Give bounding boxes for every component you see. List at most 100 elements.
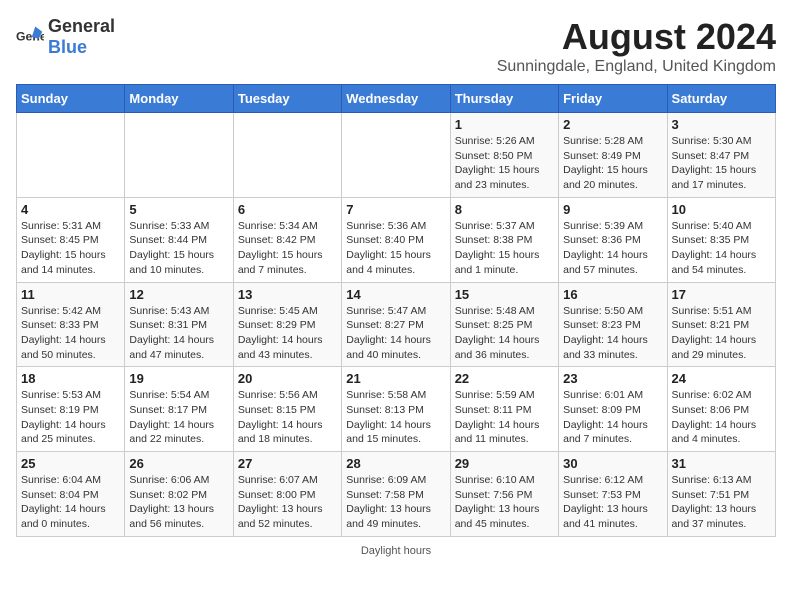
calendar-header-saturday: Saturday [667,85,775,113]
day-number: 10 [672,202,771,217]
day-number: 24 [672,371,771,386]
calendar-cell: 21Sunrise: 5:58 AM Sunset: 8:13 PM Dayli… [342,367,450,452]
day-number: 5 [129,202,228,217]
calendar-week-4: 18Sunrise: 5:53 AM Sunset: 8:19 PM Dayli… [17,367,776,452]
footer-note-text: Daylight hours [361,545,431,557]
main-title: August 2024 [497,16,776,58]
day-info: Sunrise: 5:50 AM Sunset: 8:23 PM Dayligh… [563,304,662,363]
calendar-cell: 11 Sunrise: 5:42 AM Sunset: 8:33 PM Dayli… [17,282,125,367]
calendar-cell [125,113,233,198]
logo-text: General Blue [48,16,115,58]
day-info: Sunrise: 6:04 AM Sunset: 8:04 PM Dayligh… [21,473,120,532]
calendar-header-sunday: Sunday [17,85,125,113]
calendar-cell: 22Sunrise: 5:59 AM Sunset: 8:11 PM Dayli… [450,367,558,452]
logo-blue: Blue [48,37,87,57]
calendar-cell: 5 Sunrise: 5:33 AM Sunset: 8:44 PM Daylig… [125,197,233,282]
calendar-cell: 14 Sunrise: 5:47 AM Sunset: 8:27 PM Dayli… [342,282,450,367]
calendar-cell: 27Sunrise: 6:07 AM Sunset: 8:00 PM Dayli… [233,452,341,537]
calendar-cell: 19 Sunrise: 5:54 AM Sunset: 8:17 PM Dayli… [125,367,233,452]
day-info: Sunrise: 5:31 AM Sunset: 8:45 PM Dayligh… [21,219,120,278]
calendar-cell: 20 Sunrise: 5:56 AM Sunset: 8:15 PM Dayli… [233,367,341,452]
calendar-cell: 17 Sunrise: 5:51 AM Sunset: 8:21 PM Dayli… [667,282,775,367]
calendar-cell: 16 Sunrise: 5:50 AM Sunset: 8:23 PM Dayli… [559,282,667,367]
day-info: Sunrise: 5:47 AM Sunset: 8:27 PM Dayligh… [346,304,445,363]
day-info: Sunrise: 5:56 AM Sunset: 8:15 PM Dayligh… [238,388,337,447]
calendar-cell: 12Sunrise: 5:43 AM Sunset: 8:31 PM Dayli… [125,282,233,367]
day-number: 13 [238,287,337,302]
day-info: Sunrise: 5:37 AM Sunset: 8:38 PM Dayligh… [455,219,554,278]
calendar-header-friday: Friday [559,85,667,113]
day-number: 11 [21,287,120,302]
day-number: 17 [672,287,771,302]
day-number: 30 [563,456,662,471]
day-number: 28 [346,456,445,471]
calendar-cell: 18Sunrise: 5:53 AM Sunset: 8:19 PM Dayli… [17,367,125,452]
day-number: 22 [455,371,554,386]
calendar-cell: 29Sunrise: 6:10 AM Sunset: 7:56 PM Dayli… [450,452,558,537]
day-info: Sunrise: 5:36 AM Sunset: 8:40 PM Dayligh… [346,219,445,278]
calendar-cell: 31Sunrise: 6:13 AM Sunset: 7:51 PM Dayli… [667,452,775,537]
day-number: 29 [455,456,554,471]
calendar-cell: 1 Sunrise: 5:26 AM Sunset: 8:50 PM Daylig… [450,113,558,198]
day-number: 7 [346,202,445,217]
calendar-cell: 15 Sunrise: 5:48 AM Sunset: 8:25 PM Dayli… [450,282,558,367]
day-number: 20 [238,371,337,386]
calendar-cell [233,113,341,198]
calendar-header-monday: Monday [125,85,233,113]
calendar-cell: 8 Sunrise: 5:37 AM Sunset: 8:38 PM Daylig… [450,197,558,282]
day-info: Sunrise: 5:51 AM Sunset: 8:21 PM Dayligh… [672,304,771,363]
calendar-header-row: SundayMondayTuesdayWednesdayThursdayFrid… [17,85,776,113]
day-info: Sunrise: 5:48 AM Sunset: 8:25 PM Dayligh… [455,304,554,363]
day-info: Sunrise: 5:40 AM Sunset: 8:35 PM Dayligh… [672,219,771,278]
calendar-cell: 30Sunrise: 6:12 AM Sunset: 7:53 PM Dayli… [559,452,667,537]
day-number: 26 [129,456,228,471]
calendar-cell: 13Sunrise: 5:45 AM Sunset: 8:29 PM Dayli… [233,282,341,367]
day-info: Sunrise: 6:06 AM Sunset: 8:02 PM Dayligh… [129,473,228,532]
calendar-table: SundayMondayTuesdayWednesdayThursdayFrid… [16,84,776,537]
day-number: 9 [563,202,662,217]
day-info: Sunrise: 5:33 AM Sunset: 8:44 PM Dayligh… [129,219,228,278]
day-info: Sunrise: 5:58 AM Sunset: 8:13 PM Dayligh… [346,388,445,447]
calendar-cell: 3Sunrise: 5:30 AM Sunset: 8:47 PM Daylig… [667,113,775,198]
logo-icon: General [16,23,44,51]
calendar-cell: 24 Sunrise: 6:02 AM Sunset: 8:06 PM Dayli… [667,367,775,452]
day-number: 16 [563,287,662,302]
day-number: 19 [129,371,228,386]
day-number: 23 [563,371,662,386]
logo: General General Blue [16,16,115,58]
day-number: 31 [672,456,771,471]
day-info: Sunrise: 5:34 AM Sunset: 8:42 PM Dayligh… [238,219,337,278]
day-number: 1 [455,117,554,132]
day-info: Sunrise: 6:07 AM Sunset: 8:00 PM Dayligh… [238,473,337,532]
day-number: 12 [129,287,228,302]
day-number: 8 [455,202,554,217]
calendar-header-wednesday: Wednesday [342,85,450,113]
day-info: Sunrise: 6:02 AM Sunset: 8:06 PM Dayligh… [672,388,771,447]
day-info: Sunrise: 5:28 AM Sunset: 8:49 PM Dayligh… [563,134,662,193]
calendar-cell: 4Sunrise: 5:31 AM Sunset: 8:45 PM Daylig… [17,197,125,282]
day-number: 6 [238,202,337,217]
calendar-week-3: 11 Sunrise: 5:42 AM Sunset: 8:33 PM Dayli… [17,282,776,367]
header: General General Blue August 2024 Sunning… [16,16,776,76]
calendar-cell: 26 Sunrise: 6:06 AM Sunset: 8:02 PM Dayli… [125,452,233,537]
subtitle: Sunningdale, England, United Kingdom [497,58,776,76]
calendar-week-2: 4Sunrise: 5:31 AM Sunset: 8:45 PM Daylig… [17,197,776,282]
day-info: Sunrise: 5:42 AM Sunset: 8:33 PM Dayligh… [21,304,120,363]
day-number: 2 [563,117,662,132]
footer-note: Daylight hours [16,545,776,557]
title-area: August 2024 Sunningdale, England, United… [497,16,776,76]
calendar-week-5: 25Sunrise: 6:04 AM Sunset: 8:04 PM Dayli… [17,452,776,537]
day-number: 3 [672,117,771,132]
day-info: Sunrise: 5:26 AM Sunset: 8:50 PM Dayligh… [455,134,554,193]
day-info: Sunrise: 5:54 AM Sunset: 8:17 PM Dayligh… [129,388,228,447]
day-info: Sunrise: 6:09 AM Sunset: 7:58 PM Dayligh… [346,473,445,532]
day-info: Sunrise: 5:39 AM Sunset: 8:36 PM Dayligh… [563,219,662,278]
calendar-cell [17,113,125,198]
calendar-cell: 2 Sunrise: 5:28 AM Sunset: 8:49 PM Daylig… [559,113,667,198]
calendar-header-thursday: Thursday [450,85,558,113]
calendar-cell: 7 Sunrise: 5:36 AM Sunset: 8:40 PM Daylig… [342,197,450,282]
calendar-cell: 28 Sunrise: 6:09 AM Sunset: 7:58 PM Dayli… [342,452,450,537]
day-number: 14 [346,287,445,302]
day-number: 15 [455,287,554,302]
calendar-week-1: 1 Sunrise: 5:26 AM Sunset: 8:50 PM Daylig… [17,113,776,198]
